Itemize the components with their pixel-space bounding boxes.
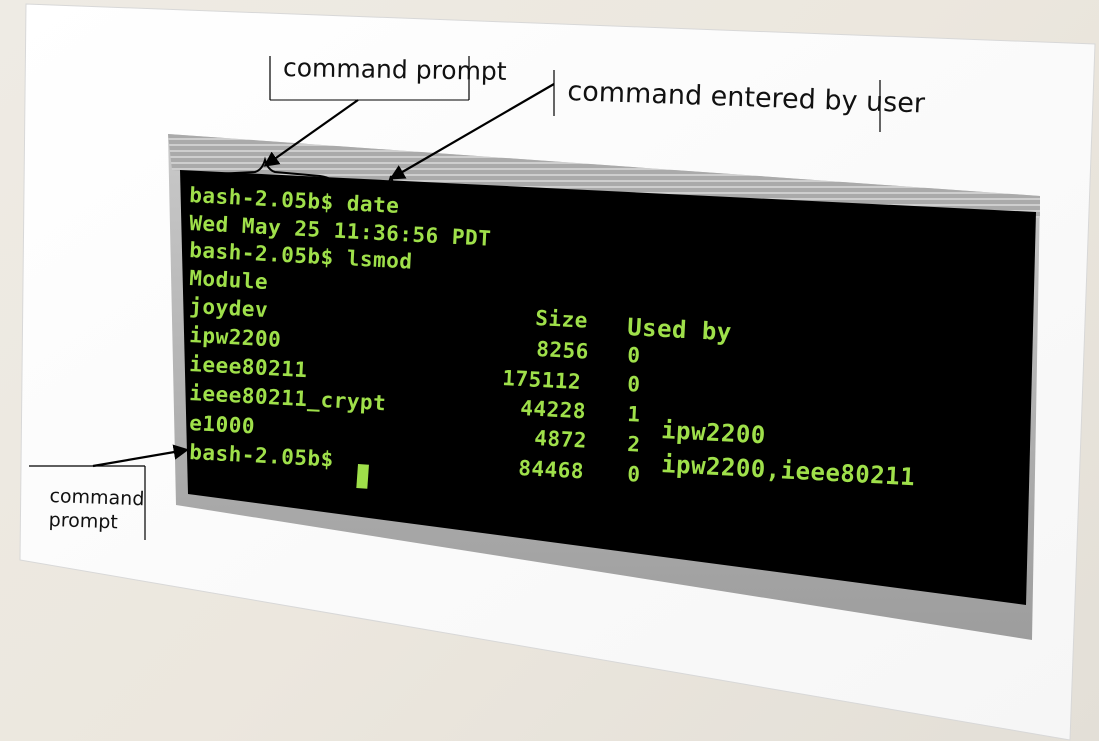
terminal-cursor bbox=[356, 464, 369, 489]
callout-text-bottom-line2: prompt bbox=[48, 508, 119, 534]
callout-text-bottom-line1: command bbox=[49, 484, 145, 511]
diagram-canvas bbox=[19, 3, 1096, 741]
callout-label-command-prompt: command prompt bbox=[283, 53, 507, 86]
callout-text-command-prompt: command prompt bbox=[282, 53, 507, 86]
callout-label-bottom-prompt: command prompt bbox=[48, 484, 144, 535]
